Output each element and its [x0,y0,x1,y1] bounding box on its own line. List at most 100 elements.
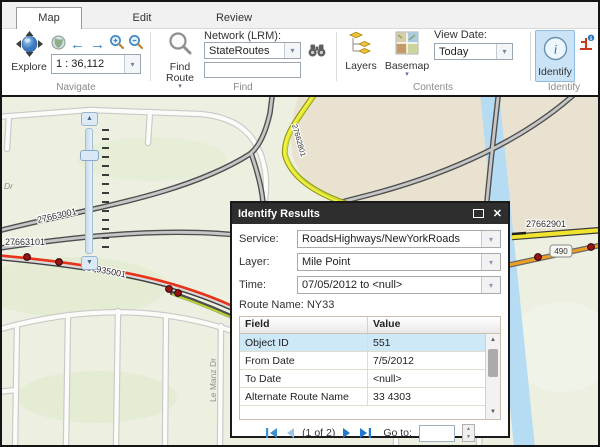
explore-icon [16,31,43,60]
time-row: Time: 07/05/2012 to <null> ▾ [239,276,501,294]
spinner-up-icon[interactable]: ▲ [463,425,474,433]
back-arrow-icon[interactable]: ← [69,37,86,53]
service-combobox[interactable]: RoadsHighways/NewYorkRoads ▾ [297,230,501,248]
chevron-down-icon[interactable]: ▾ [481,254,500,270]
forward-arrow-icon[interactable]: → [89,37,106,53]
basemap-icon [395,31,419,59]
time-label: Time: [239,279,297,291]
zoom-level-ticks [102,129,109,253]
zoom-slider-up-button[interactable]: ▲ [81,112,98,126]
basemap-button[interactable]: Basemap ▾ [384,31,430,78]
find-route-icon [167,31,193,60]
group-label-identify: Identify [530,82,598,94]
svg-text:i: i [553,41,557,56]
time-combobox[interactable]: 07/05/2012 to <null> ▾ [297,276,501,294]
goto-spinner[interactable]: ▲ ▼ [462,424,475,442]
layers-button[interactable]: Layers [342,31,380,72]
identify-icon: i [542,35,569,65]
scroll-down-icon[interactable]: ▼ [486,406,500,419]
layer-combobox[interactable]: Mile Point ▾ [297,253,501,271]
table-header: Field Value [240,317,500,334]
scroll-up-icon[interactable]: ▲ [486,334,500,347]
scale-value: 1 : 36,112 [52,58,124,70]
chevron-down-icon[interactable]: ▾ [124,55,140,73]
record-pager: (1 of 2) Go to: ▲ ▼ [239,420,501,446]
street-label: Le Manz Dr [208,358,218,402]
chevron-down-icon[interactable]: ▾ [481,231,500,247]
cell-field: Object ID [240,334,368,351]
table-row[interactable]: To Date <null> [240,370,500,388]
layers-label: Layers [345,61,377,72]
network-combobox[interactable]: StateRoutes ▾ [204,42,301,59]
attributes-table: Field Value Object ID 551 From Date 7/5/… [239,316,501,420]
dialog-titlebar[interactable]: Identify Results ✕ [232,203,508,224]
zoom-slider-handle[interactable] [80,150,99,161]
maximize-icon[interactable] [473,209,484,218]
network-value: StateRoutes [205,45,284,57]
layer-row: Layer: Mile Point ▾ [239,253,501,271]
cell-value: 33 4303 [368,391,500,403]
binoculars-icon[interactable] [308,43,326,63]
view-date-value: Today [435,46,496,58]
cell-field: To Date [240,370,368,387]
scrollbar-thumb[interactable] [488,349,498,377]
next-record-icon[interactable] [342,427,352,439]
map-canvas[interactable]: 490 27663001 27663101 27935001 27662901 … [2,95,598,447]
globe-icon[interactable] [51,35,66,55]
scale-combobox[interactable]: 1 : 36,112 ▾ [51,54,141,74]
identify-route-location-icon[interactable] [578,34,595,56]
goto-record-input[interactable] [419,425,455,442]
route-label: 27663001 [36,206,77,225]
route-label: 27662901 [526,219,566,229]
ribbon: Explore ← → 1 : 36,112 ▾ Navigate [2,28,598,95]
identify-results-dialog: Identify Results ✕ Service: RoadsHighway… [230,201,510,438]
view-date-combobox[interactable]: Today ▾ [434,43,513,60]
app-window: Map Edit Review Explore ← → [0,0,600,447]
spinner-down-icon[interactable]: ▼ [463,433,474,441]
explore-label: Explore [11,62,47,73]
layer-value: Mile Point [298,256,481,268]
table-row[interactable]: Object ID 551 [240,334,500,352]
identify-label: Identify [538,67,572,78]
explore-button[interactable]: Explore [8,31,50,73]
service-row: Service: RoadsHighways/NewYorkRoads ▾ [239,230,501,248]
chevron-down-icon[interactable]: ▾ [284,43,300,58]
cell-field: Alternate Route Name [240,388,368,405]
last-record-icon[interactable] [359,427,372,439]
route-search-input[interactable] [204,62,301,78]
park-area [17,371,177,423]
network-lrm-label: Network (LRM): [204,30,281,42]
table-scrollbar[interactable]: ▲ ▼ [485,334,500,419]
ribbon-tab-bar: Map Edit Review [2,2,598,28]
tab-map[interactable]: Map [16,7,82,29]
table-row[interactable]: From Date 7/5/2012 [240,352,500,370]
view-date-label: View Date: [434,29,487,41]
tab-edit[interactable]: Edit [110,8,174,28]
record-count-text: (1 of 2) [302,427,335,439]
zoom-in-icon[interactable] [109,34,125,55]
tab-review[interactable]: Review [202,8,266,28]
service-label: Service: [239,233,297,245]
chevron-down-icon[interactable]: ▾ [496,44,512,59]
service-value: RoadsHighways/NewYorkRoads [298,233,481,245]
identify-button[interactable]: i Identify [535,30,575,82]
group-label-navigate: Navigate [2,82,150,94]
chevron-down-icon[interactable]: ▾ [481,277,500,293]
shield-label: 490 [554,247,568,256]
column-header-field: Field [240,317,368,333]
street-label: Dr [4,181,14,191]
table-row[interactable]: Alternate Route Name 33 4303 [240,388,500,406]
goto-label: Go to: [383,427,412,439]
route-shield-490: 490 [550,245,572,257]
zoom-slider[interactable]: ▲ ▼ [80,112,100,272]
zoom-slider-track[interactable] [85,128,93,254]
close-icon[interactable]: ✕ [493,207,502,220]
group-label-contents: Contents [336,82,530,94]
first-record-icon[interactable] [265,427,278,439]
dialog-title: Identify Results [238,208,320,220]
zoom-slider-down-button[interactable]: ▼ [81,256,98,270]
zoom-out-icon[interactable] [128,34,144,55]
group-label-find: Find [150,82,336,94]
cell-field: From Date [240,352,368,369]
previous-record-icon[interactable] [285,427,295,439]
